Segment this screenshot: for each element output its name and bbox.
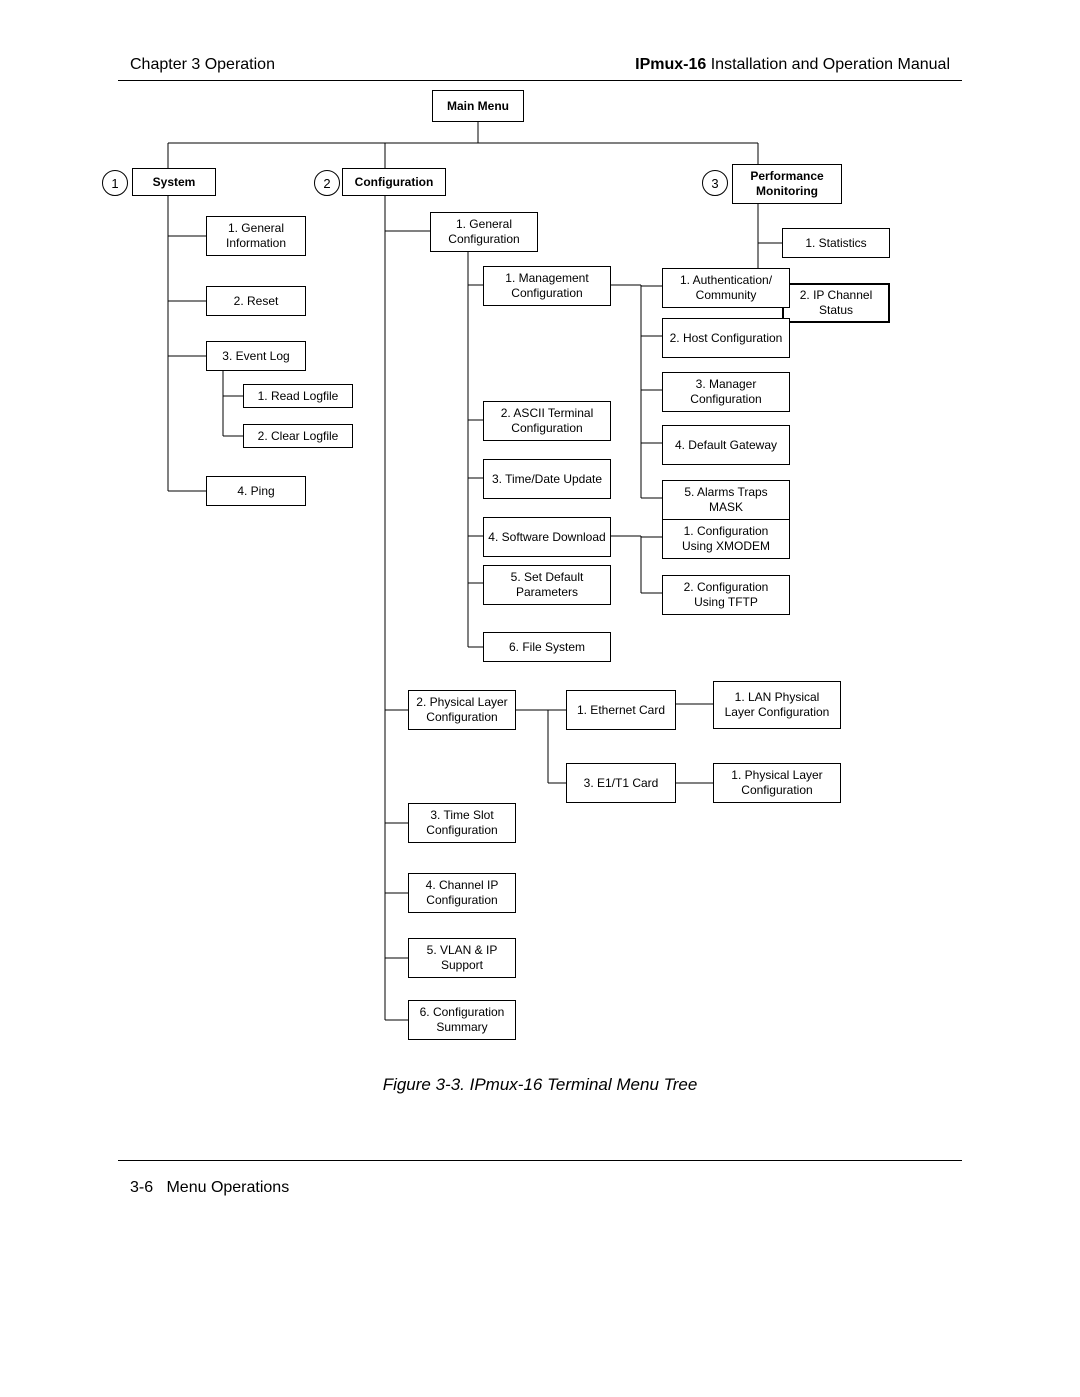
gen-set-default: 5. Set Default Parameters [483,565,611,605]
cfg-channel-ip: 4. Channel IP Configuration [408,873,516,913]
sys-general-info: 1. General Information [206,216,306,256]
pl-phys-config: 1. Physical Layer Configuration [713,763,841,803]
cfg-timeslot: 3. Time Slot Configuration [408,803,516,843]
perf-ip-channel: 2. IP Channel Status [782,283,890,323]
sys-eventlog: 3. Event Log [206,341,306,371]
gen-file-system: 6. File System [483,632,611,662]
circle-2: 2 [314,170,340,196]
gen-time-date: 3. Time/Date Update [483,459,611,499]
branch-performance: Performance Monitoring [732,164,842,204]
cfg-summary: 6. Configuration Summary [408,1000,516,1040]
header-right: IPmux-16 Installation and Operation Manu… [635,56,950,74]
sw-tftp: 2. Configuration Using TFTP [662,575,790,615]
footer-page: 3-6 [130,1179,153,1196]
cfg-physical-layer: 2. Physical Layer Configuration [408,690,516,730]
root-box: Main Menu [432,90,524,122]
branch-system: System [132,168,216,196]
header-rule [118,80,962,81]
figure-caption: Figure 3-3. IPmux-16 Terminal Menu Tree [0,1075,1080,1095]
mgmt-auth: 1. Authentication/ Community [662,268,790,308]
menu-tree-diagram: Main Menu 1 2 3 System Configuration Per… [118,88,962,1058]
header-left: Chapter 3 Operation [130,56,275,74]
sys-read-logfile: 1. Read Logfile [243,384,353,408]
sys-ping: 4. Ping [206,476,306,506]
mgmt-host: 2. Host Configuration [662,318,790,358]
mgmt-alarm-mask: 5. Alarms Traps MASK [662,480,790,520]
pl-ethernet-card: 1. Ethernet Card [566,690,676,730]
cfg-vlan-ip: 5. VLAN & IP Support [408,938,516,978]
gen-mgmt-config: 1. Management Configuration [483,266,611,306]
gen-ascii: 2. ASCII Terminal Configuration [483,401,611,441]
gen-software-dl: 4. Software Download [483,517,611,557]
footer-rule [118,1160,962,1161]
footer-title: Menu Operations [166,1179,289,1196]
circle-1: 1 [102,170,128,196]
mgmt-default-gw: 4. Default Gateway [662,425,790,465]
circle-3: 3 [702,170,728,196]
sw-xmodem: 1. Configuration Using XMODEM [662,519,790,559]
perf-statistics: 1. Statistics [782,228,890,258]
page-footer: 3-6 Menu Operations [130,1179,289,1197]
sys-reset: 2. Reset [206,286,306,316]
pl-lan-phys: 1. LAN Physical Layer Configuration [713,681,841,729]
page-header: Chapter 3 Operation IPmux-16 Installatio… [130,56,950,74]
pl-e1t1-card: 3. E1/T1 Card [566,763,676,803]
branch-configuration: Configuration [342,168,446,196]
sys-clear-logfile: 2. Clear Logfile [243,424,353,448]
cfg-general: 1. General Configuration [430,212,538,252]
mgmt-manager: 3. Manager Configuration [662,372,790,412]
